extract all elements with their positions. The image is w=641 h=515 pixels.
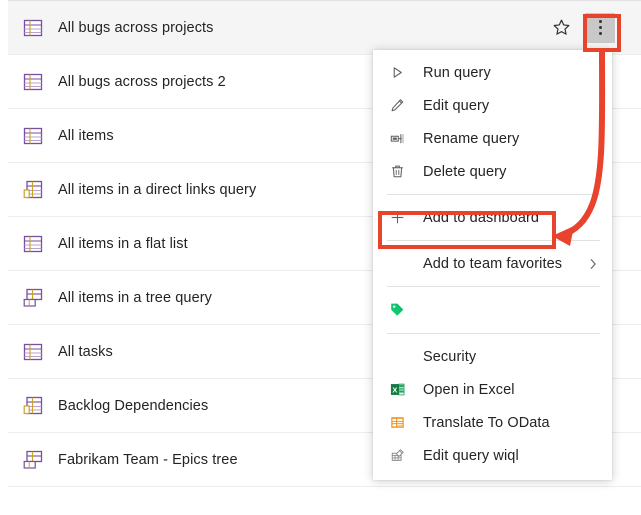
row-actions xyxy=(547,1,615,54)
menu-item-label: Security xyxy=(423,348,477,365)
plus-icon xyxy=(389,210,405,226)
menu-item-label: Delete query xyxy=(423,163,507,180)
excel-icon: X xyxy=(389,382,405,398)
menu-item-translate-to-odata[interactable]: Translate To OData xyxy=(373,406,612,439)
no-icon-placeholder xyxy=(389,349,405,365)
flat-query-icon xyxy=(22,341,44,363)
menu-item-add-to-dashboard[interactable]: Add to dashboard xyxy=(373,201,612,234)
list-item-label: All items in a flat list xyxy=(58,235,188,252)
menu-item-rename-query[interactable]: Rename query xyxy=(373,122,612,155)
menu-item-delete-query[interactable]: Delete query xyxy=(373,155,612,188)
list-item-label: All bugs across projects 2 xyxy=(58,73,226,90)
list-item[interactable]: All bugs across projects xyxy=(8,1,641,55)
flat-query-icon xyxy=(22,71,44,93)
direct-links-query-icon xyxy=(22,179,44,201)
menu-separator xyxy=(387,333,600,334)
tree-query-icon xyxy=(22,287,44,309)
odata-icon xyxy=(389,415,405,431)
flat-query-icon xyxy=(22,17,44,39)
menu-item-security[interactable]: Security xyxy=(373,340,612,373)
menu-item-edit-query[interactable]: Edit query xyxy=(373,89,612,122)
list-item-label: All items in a tree query xyxy=(58,289,213,306)
menu-item-label: Run query xyxy=(423,64,491,81)
menu-separator xyxy=(387,286,600,287)
direct-links-query-icon xyxy=(22,395,44,417)
flat-query-icon xyxy=(22,233,44,255)
star-outline-icon[interactable] xyxy=(547,14,575,42)
trash-icon xyxy=(389,164,405,180)
tag-icon xyxy=(389,302,405,318)
play-icon xyxy=(389,65,405,81)
menu-separator xyxy=(387,194,600,195)
menu-item-add-to-team-favorites[interactable]: Add to team favorites xyxy=(373,247,612,280)
flat-query-icon xyxy=(22,125,44,147)
no-icon-placeholder xyxy=(389,256,405,272)
menu-item-open-in-excel[interactable]: X Open in Excel xyxy=(373,373,612,406)
menu-item-label: Translate To OData xyxy=(423,414,550,431)
edit-wiql-icon xyxy=(389,448,405,464)
menu-item-run-query[interactable]: Run query xyxy=(373,56,612,89)
menu-item-label: Edit query xyxy=(423,97,490,114)
menu-separator xyxy=(387,240,600,241)
list-item-label: Backlog Dependencies xyxy=(58,397,209,414)
chevron-right-icon xyxy=(586,257,600,271)
list-item-label: All items xyxy=(58,127,114,144)
query-context-menu: Run query Edit query Rename query Delete… xyxy=(373,50,612,480)
kebab-menu-icon[interactable] xyxy=(585,12,615,43)
menu-item-tag[interactable] xyxy=(373,293,612,327)
rename-icon xyxy=(389,131,405,147)
menu-item-label: Edit query wiql xyxy=(423,447,519,464)
list-item-label: Fabrikam Team - Epics tree xyxy=(58,451,238,468)
menu-item-label: Open in Excel xyxy=(423,381,515,398)
menu-item-label: Rename query xyxy=(423,130,520,147)
menu-item-label: Add to dashboard xyxy=(423,209,540,226)
pencil-icon xyxy=(389,98,405,114)
list-item-label: All tasks xyxy=(58,343,113,360)
tree-query-icon xyxy=(22,449,44,471)
menu-item-label: Add to team favorites xyxy=(423,255,563,272)
list-item-label: All bugs across projects xyxy=(58,19,214,36)
menu-item-edit-query-wiql[interactable]: Edit query wiql xyxy=(373,439,612,472)
list-item-label: All items in a direct links query xyxy=(58,181,257,198)
svg-text:X: X xyxy=(392,385,397,394)
